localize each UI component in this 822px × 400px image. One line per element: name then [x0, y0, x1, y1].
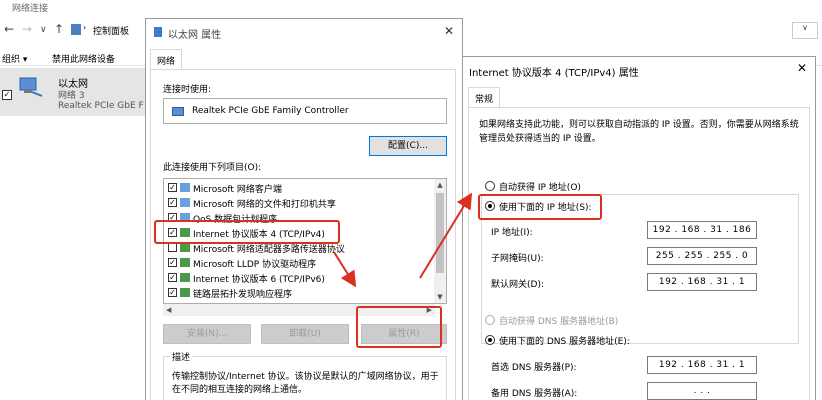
annotation-arrows [333, 192, 473, 288]
arrow-to-manual-ip [419, 192, 473, 279]
arrow-to-properties [333, 251, 357, 288]
